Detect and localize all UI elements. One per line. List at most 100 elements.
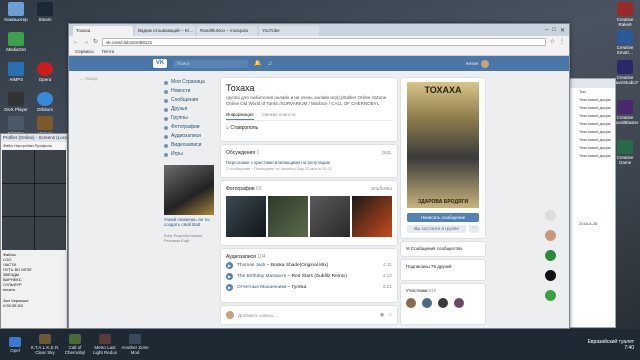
reload-icon[interactable]: ↻ — [93, 38, 98, 45]
search-input[interactable]: Поиск — [173, 59, 248, 68]
aimp-icon[interactable]: AIMP3 — [1, 62, 31, 82]
divx-player-icon[interactable]: DivX Player — [1, 92, 31, 112]
nav-friends[interactable]: Друзья — [164, 105, 219, 114]
file-row[interactable]: Текстовый докум — [567, 128, 615, 136]
system-clock[interactable]: Евразийский туалет 7:40 — [588, 339, 634, 351]
file-row[interactable]: Текстовый докум — [567, 112, 615, 120]
taskbar-metro[interactable]: Metro Last Light Redux — [90, 334, 120, 355]
taskbar-another-zone[interactable]: Another Zone Mod — [120, 334, 150, 355]
track-artist[interactable]: Отчетные Мошенники — [237, 285, 286, 290]
camera-icon[interactable]: ◉ — [380, 312, 384, 318]
bookmark-mail[interactable]: Почта — [102, 49, 115, 54]
nav-my-page[interactable]: Моя Страница — [164, 78, 219, 87]
member-avatar[interactable] — [438, 298, 448, 308]
minimize-icon[interactable]: – — [545, 27, 548, 34]
explorer-window[interactable]: Тип Текстовый докум Текстовый докум Текс… — [566, 78, 616, 328]
ad-image[interactable] — [164, 165, 214, 215]
nav-groups[interactable]: Группы — [164, 114, 219, 123]
file-row[interactable]: Текстовый докум — [567, 152, 615, 160]
nav-audio[interactable]: Аудиозаписи — [164, 132, 219, 141]
member-avatar[interactable] — [406, 298, 416, 308]
file-row[interactable]: Текстовый докум — [567, 144, 615, 152]
photo-thumb[interactable] — [352, 196, 392, 237]
tab-tohaha[interactable]: Тохаха — [73, 26, 133, 36]
nav-news[interactable]: Новости — [164, 87, 219, 96]
chat-avatar[interactable] — [545, 270, 556, 281]
opera-icon[interactable]: Opera — [30, 62, 60, 82]
nav-messages[interactable]: Сообщения — [164, 96, 219, 105]
file-row[interactable]: Текстовый докум — [567, 120, 615, 128]
community-messages-card[interactable]: ✉ Сообщения сообщества — [401, 242, 485, 256]
nav-games[interactable]: Игры — [164, 150, 219, 159]
member-avatar[interactable] — [422, 298, 432, 308]
vk-logo-icon[interactable]: VK — [153, 59, 167, 68]
left-footer[interactable]: Блог Разработчикам Реклама Ещё — [164, 233, 219, 243]
tab-info[interactable]: Информация — [226, 110, 254, 120]
member-avatar[interactable] — [454, 298, 464, 308]
play-icon[interactable]: ▶ — [226, 284, 233, 291]
url-field[interactable]: vk.com/club151069121 — [102, 37, 546, 46]
profiler-window[interactable]: Profiler (Online) · Screens (Local) Файл… — [0, 133, 68, 329]
chat-avatar[interactable] — [545, 290, 556, 301]
chat-avatar[interactable] — [545, 250, 556, 261]
music-icon[interactable]: ♫ — [267, 61, 272, 67]
track-row[interactable]: ▶ Thomas Jack – Booka Shade(Original Mix… — [226, 260, 392, 271]
user-menu[interactable]: Антон — [466, 59, 489, 68]
taskbar-stalker[interactable]: S.T.A.L.K.E.R. Clear Sky — [30, 334, 60, 355]
track-artist[interactable]: The Birthday Massacre — [237, 274, 286, 279]
tab-news[interactable]: Свежие новости — [262, 110, 296, 120]
taskbar-call-of-chernobyl[interactable]: Call of Chernobyl — [60, 334, 90, 355]
discussions-title[interactable]: Обсуждения — [226, 150, 255, 156]
albums-link[interactable]: альбомы — [371, 186, 392, 192]
file-row[interactable]: Текстовый докум — [567, 96, 615, 104]
menu-icon[interactable]: ⋮ — [559, 38, 565, 45]
back-link[interactable]: ← Назад — [79, 76, 98, 81]
chat-avatar[interactable] — [545, 230, 556, 241]
tab-youtube[interactable]: YouTube — [259, 26, 319, 36]
photo-thumb[interactable] — [310, 196, 350, 237]
bell-icon[interactable]: 🔔 — [254, 60, 261, 67]
photos-title[interactable]: Фотографии — [226, 186, 255, 192]
topic-link[interactable]: Персонажи с крестами влияющими на репута… — [226, 160, 392, 165]
track-artist[interactable]: Thomas Jack — [237, 263, 266, 268]
play-icon[interactable]: ▶ — [226, 262, 233, 269]
members-label[interactable]: Участники — [406, 288, 428, 293]
nav-photos[interactable]: Фотографии — [164, 123, 219, 132]
maximize-icon[interactable]: □ — [552, 27, 556, 34]
photo-thumb[interactable] — [226, 196, 266, 237]
steam-icon[interactable]: Steam — [30, 2, 60, 22]
creative-smart-icon[interactable]: Creative Smart… — [610, 30, 640, 55]
attach-icon[interactable]: ♫ — [388, 312, 392, 318]
orbitum-icon[interactable]: Orbitum — [30, 92, 60, 112]
more-button[interactable]: ··· — [469, 225, 479, 233]
post-box[interactable]: Добавить запись… ◉ ♫ — [221, 306, 397, 324]
back-arrow-icon[interactable]: ← — [73, 39, 79, 45]
subscribed-card[interactable]: Подписаны 76 друзей — [401, 260, 485, 280]
chat-avatar[interactable] — [545, 210, 556, 221]
track-row[interactable]: ▶ Отчетные Мошенники – Гуляка 3:21 — [226, 282, 392, 293]
file-row[interactable]: Текстовый докум — [567, 104, 615, 112]
forward-arrow-icon[interactable]: → — [83, 39, 89, 45]
list-item[interactable]: ничего — [3, 287, 65, 292]
computer-icon[interactable]: Компьютер — [1, 2, 31, 22]
membership-button[interactable]: Вы состоите в группе — [407, 225, 466, 233]
track-row[interactable]: ▶ The Birthday Massacre – Red Stars (Sub… — [226, 271, 392, 282]
bookmark-services[interactable]: Сервисы — [75, 49, 94, 54]
discussions-edit[interactable]: ред. — [382, 150, 392, 156]
send-message-button[interactable]: Написать сообщение — [407, 213, 479, 222]
photo-thumb[interactable] — [268, 196, 308, 237]
ad-text[interactable]: Узнай сможешь ли ты создать свой Batt — [164, 217, 219, 227]
creative-rake-icon[interactable]: Creative Rake9 — [610, 2, 640, 27]
nav-video[interactable]: Видеозаписи — [164, 141, 219, 150]
profiler-menu[interactable]: Файл Настройки Профиль — [1, 142, 67, 149]
tab-vadim[interactable]: Вадим отзывающий – Ю… — [135, 26, 195, 36]
close-icon[interactable]: ✕ — [560, 27, 565, 34]
file-row[interactable]: Текстовый докум — [567, 136, 615, 144]
tab-mosquito[interactable]: Rand0luNoo – mosquito — [197, 26, 257, 36]
post-input[interactable]: Добавить запись… — [238, 313, 278, 318]
taskbar-opel[interactable]: Opel — [0, 336, 30, 353]
play-icon[interactable]: ▶ — [226, 273, 233, 280]
star-icon[interactable]: ☆ — [550, 38, 555, 45]
mediaget-icon[interactable]: MediaGet — [1, 32, 31, 52]
group-cover-image[interactable]: ТОХАХА ЗДАРОВА БРОДЯГИ — [407, 82, 479, 208]
